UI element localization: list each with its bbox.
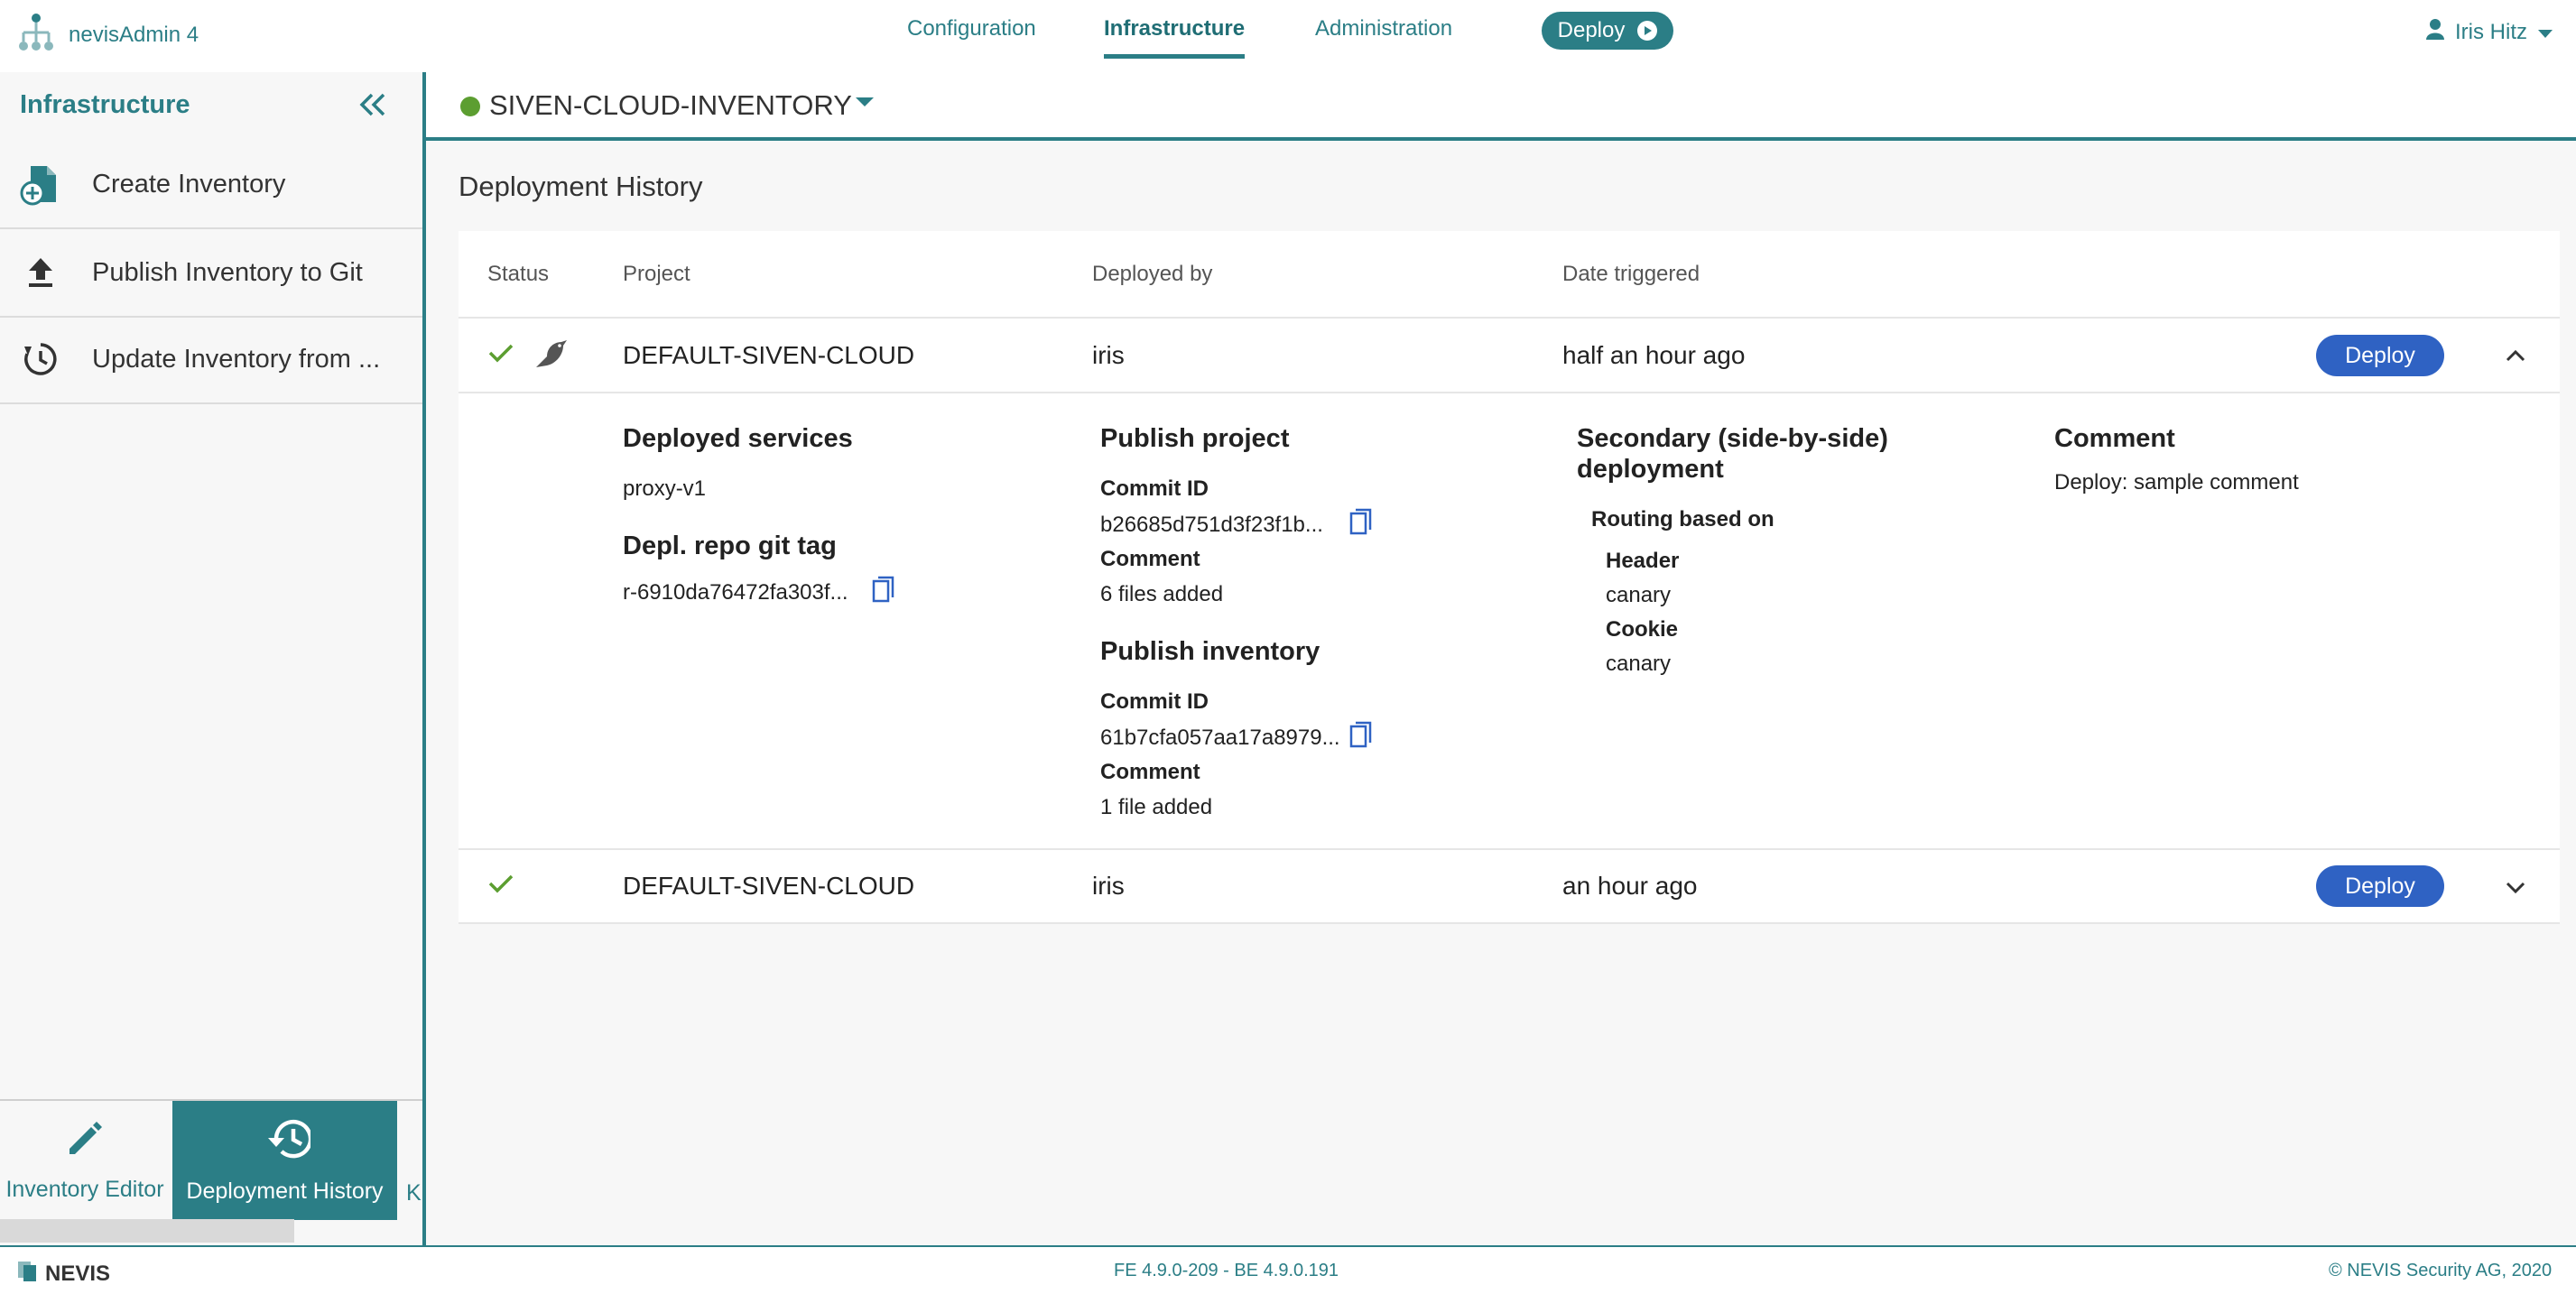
routing-label: Routing based on bbox=[1591, 507, 1774, 531]
copy-icon[interactable] bbox=[1348, 508, 1374, 537]
footer-brand: NEVIS bbox=[18, 1260, 110, 1288]
row-deployed-by: iris bbox=[1092, 341, 1125, 369]
header-label: Header bbox=[1606, 549, 1680, 573]
sidebar-item-create-inventory[interactable]: Create Inventory bbox=[0, 141, 422, 229]
upload-icon bbox=[18, 250, 63, 295]
cookie-label: Cookie bbox=[1606, 617, 1679, 642]
nav-administration[interactable]: Administration bbox=[1315, 16, 1452, 42]
column-header-status: Status bbox=[487, 262, 550, 286]
divider bbox=[459, 848, 2560, 850]
hierarchy-logo-icon bbox=[16, 13, 56, 57]
comment-label: Comment bbox=[1100, 760, 1200, 784]
user-icon bbox=[2426, 18, 2444, 46]
deploy-top-label: Deploy bbox=[1557, 18, 1626, 42]
footer-brand-text: NEVIS bbox=[45, 1261, 111, 1286]
row-date: an hour ago bbox=[1562, 872, 1698, 900]
top-bar: nevisAdmin 4 Configuration Infrastructur… bbox=[0, 0, 2576, 65]
refresh-history-icon bbox=[18, 337, 63, 382]
commit-id-value: b26685d751d3f23f1b... bbox=[1100, 513, 1323, 537]
nav-configuration[interactable]: Configuration bbox=[907, 16, 1036, 42]
sidebar-item-label: Publish Inventory to Git bbox=[92, 257, 363, 287]
sidebar-item-label: Update Inventory from ... bbox=[92, 344, 381, 374]
page-title: Deployment History bbox=[459, 171, 703, 202]
commit-id-label: Commit ID bbox=[1100, 476, 1209, 501]
sidebar-bottom-tabs: Inventory Editor Deployment History bbox=[0, 1099, 422, 1220]
user-menu[interactable]: Iris Hitz bbox=[2426, 18, 2553, 46]
sidebar-item-update-inventory[interactable]: Update Inventory from ... bbox=[0, 316, 422, 404]
row-deployed-by: iris bbox=[1092, 872, 1125, 900]
success-check-icon bbox=[487, 873, 514, 899]
deployed-services-value: proxy-v1 bbox=[623, 476, 707, 501]
commit-id-label: Commit ID bbox=[1100, 689, 1209, 714]
app-logo[interactable]: nevisAdmin 4 bbox=[16, 13, 199, 57]
sidebar-scrollbar[interactable] bbox=[0, 1219, 294, 1243]
canary-bird-icon bbox=[533, 338, 569, 374]
caret-down-icon bbox=[2538, 20, 2553, 45]
secondary-deployment-title-2: deployment bbox=[1577, 455, 1724, 484]
cookie-value: canary bbox=[1606, 652, 1672, 676]
tab-truncated[interactable]: K bbox=[406, 1180, 422, 1206]
copy-icon[interactable] bbox=[871, 576, 896, 605]
git-tag-title: Depl. repo git tag bbox=[623, 531, 837, 560]
row-deploy-button[interactable]: Deploy bbox=[2316, 865, 2444, 907]
comment-label: Comment bbox=[1100, 547, 1200, 571]
row-project: DEFAULT-SIVEN-CLOUD bbox=[623, 872, 915, 900]
deployed-services-title: Deployed services bbox=[623, 424, 853, 453]
row-date: half an hour ago bbox=[1562, 341, 1746, 369]
nav-infrastructure[interactable]: Infrastructure bbox=[1104, 16, 1246, 59]
column-header-date: Date triggered bbox=[1562, 262, 1700, 286]
column-header-deployed-by: Deployed by bbox=[1092, 262, 1213, 286]
collapse-sidebar-icon[interactable] bbox=[359, 90, 386, 124]
inventory-selector[interactable]: SIVEN-CLOUD-INVENTORY bbox=[489, 89, 852, 122]
publish-project-title: Publish project bbox=[1100, 424, 1290, 453]
caret-down-icon[interactable] bbox=[856, 97, 874, 106]
inventory-status-dot bbox=[460, 97, 480, 116]
success-check-icon bbox=[487, 342, 514, 368]
deploy-top-button[interactable]: Deploy bbox=[1542, 12, 1673, 50]
chevron-up-icon[interactable] bbox=[2506, 343, 2525, 368]
user-name: Iris Hitz bbox=[2455, 19, 2527, 44]
sidebar-item-label: Create Inventory bbox=[92, 169, 286, 199]
divider bbox=[459, 392, 2560, 393]
commit-id-value: 61b7cfa057aa17a8979... bbox=[1100, 726, 1340, 750]
pencil-icon bbox=[64, 1118, 106, 1166]
copy-icon[interactable] bbox=[1348, 721, 1374, 750]
sidebar-item-publish-inventory[interactable]: Publish Inventory to Git bbox=[0, 229, 422, 318]
history-icon bbox=[260, 1116, 312, 1168]
comment-value: 1 file added bbox=[1100, 795, 1213, 819]
app-name: nevisAdmin 4 bbox=[69, 22, 199, 47]
deployment-table bbox=[459, 231, 2560, 924]
row-project: DEFAULT-SIVEN-CLOUD bbox=[623, 341, 915, 369]
column-header-project: Project bbox=[623, 262, 690, 286]
divider bbox=[459, 922, 2560, 924]
tab-inventory-editor[interactable]: Inventory Editor bbox=[0, 1101, 170, 1220]
publish-inventory-title: Publish inventory bbox=[1100, 637, 1320, 666]
row-deploy-label: Deploy bbox=[2345, 873, 2415, 899]
tab-deployment-history[interactable]: Deployment History bbox=[172, 1101, 397, 1220]
nevis-logo-icon bbox=[18, 1260, 42, 1288]
tab-label: Deployment History bbox=[186, 1178, 384, 1204]
footer-copyright: © NEVIS Security AG, 2020 bbox=[2329, 1261, 2553, 1280]
tab-label: Inventory Editor bbox=[5, 1177, 164, 1202]
comment-title: Comment bbox=[2054, 424, 2175, 453]
create-inventory-icon bbox=[18, 162, 63, 207]
secondary-deployment-title: Secondary (side-by-side) bbox=[1577, 424, 1888, 453]
row-deploy-button[interactable]: Deploy bbox=[2316, 335, 2444, 376]
footer-version: FE 4.9.0-209 - BE 4.9.0.191 bbox=[1114, 1261, 1339, 1280]
git-tag-value: r-6910da76472fa303f... bbox=[623, 580, 848, 605]
play-icon bbox=[1637, 21, 1658, 41]
header-value: canary bbox=[1606, 583, 1672, 607]
chevron-down-icon[interactable] bbox=[2506, 875, 2525, 901]
sidebar-title: Infrastructure bbox=[20, 90, 190, 119]
comment-value: 6 files added bbox=[1100, 582, 1224, 606]
divider bbox=[459, 317, 2560, 319]
row-deploy-label: Deploy bbox=[2345, 342, 2415, 368]
comment-text: Deploy: sample comment bbox=[2054, 470, 2299, 494]
